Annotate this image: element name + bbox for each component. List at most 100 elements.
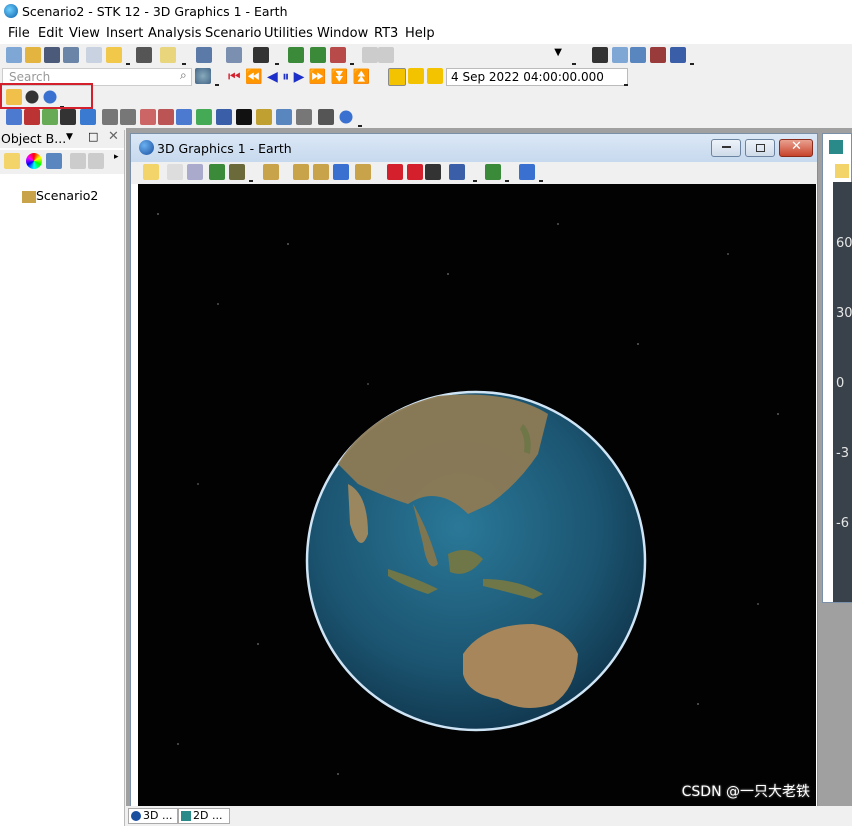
open-folder-icon[interactable] [25,47,41,63]
copy-window-icon[interactable] [196,47,212,63]
menu-window[interactable]: Window [317,26,368,41]
orbit-icon[interactable] [293,164,309,180]
toolbar-grip[interactable] [350,57,354,65]
graphics-2d-window[interactable]: 60 30 0 -3 -6 [822,133,852,603]
current-time-field[interactable]: 4 Sep 2022 04:00:00.000 [446,68,628,86]
chart-icon[interactable] [612,47,628,63]
zoom-icon[interactable] [187,164,203,180]
access-icon[interactable] [288,47,304,63]
globe-layers-icon[interactable] [485,164,501,180]
object-view-icon[interactable] [355,164,371,180]
step-forward-icon[interactable]: ⏩ [309,69,326,85]
pen-icon[interactable] [387,164,403,180]
gear-icon[interactable] [195,68,211,84]
menu-scenario[interactable]: Scenario [205,26,262,41]
console-icon[interactable] [236,109,252,125]
script-icon[interactable] [256,109,272,125]
close-icon[interactable]: ✕ [108,129,119,144]
toolbar-grip[interactable] [505,174,509,182]
refresh-icon[interactable] [330,47,346,63]
satellite-icon[interactable] [6,109,22,125]
toolbar-grip[interactable] [249,174,253,182]
phone-icon[interactable] [276,109,292,125]
vector-icon[interactable] [176,109,192,125]
chain-icon[interactable] [310,47,326,63]
about-icon[interactable] [338,109,354,125]
pin-icon[interactable]: □ [88,130,98,143]
stopwatch-icon[interactable] [120,109,136,125]
timeline-icon[interactable] [318,109,334,125]
place-icon[interactable] [42,109,58,125]
view-home-icon[interactable] [263,164,279,180]
toolbar-grip[interactable] [126,57,130,65]
play-reverse-icon[interactable]: ◀ [267,69,278,85]
cut-icon[interactable] [70,153,86,169]
check-icon[interactable] [46,153,62,169]
map-tool-icon[interactable] [253,47,269,63]
pencil-icon[interactable] [158,109,174,125]
new-scenario-icon[interactable] [6,47,22,63]
calc-icon[interactable] [140,109,156,125]
globe-manager-icon[interactable] [449,164,465,180]
pan-hand-icon[interactable] [167,164,183,180]
toolbar-grip[interactable] [572,57,576,65]
toolbar-grip[interactable] [624,78,628,86]
report-icon[interactable] [160,47,176,63]
sensor-icon[interactable] [60,109,76,125]
normal-animation-clock-icon[interactable] [427,68,443,84]
search-icon[interactable]: ⌕ [180,68,187,83]
reset-icon[interactable]: ⏮ [228,69,241,85]
menu-file[interactable]: File [8,26,30,41]
menu-help[interactable]: Help [405,26,435,41]
chevron-down-icon[interactable]: ▼ [66,132,73,142]
menu-analysis[interactable]: Analysis [148,26,202,41]
print-icon[interactable] [136,47,152,63]
zoom-extent-icon[interactable] [333,164,349,180]
insert-object-icon[interactable] [106,47,122,63]
close-button[interactable]: ✕ [779,139,813,157]
graphics-window-titlebar[interactable]: 3D Graphics 1 - Earth ✕ [131,134,817,162]
north-up-icon[interactable] [313,164,329,180]
save-all-icon[interactable] [63,47,79,63]
save-icon[interactable] [44,47,60,63]
increase-step-icon[interactable]: ⏫ [353,69,370,85]
ruler-icon[interactable] [425,164,441,180]
properties-icon[interactable] [143,164,159,180]
tab-3d[interactable]: 3D ... [128,808,178,824]
new-object-icon[interactable] [4,153,20,169]
measure-icon[interactable] [407,164,423,180]
properties-icon[interactable] [86,47,102,63]
properties-icon[interactable] [835,164,849,178]
toolbar-grip[interactable] [690,57,694,65]
play-forward-icon[interactable]: ▶ [294,69,305,85]
menu-edit[interactable]: Edit [38,26,63,41]
tab-2d[interactable]: 2D ... [178,808,230,824]
minimize-button[interactable] [711,139,741,157]
tools-icon[interactable] [196,109,212,125]
analysis-tool-icon[interactable] [226,47,242,63]
toolbar-grip[interactable] [182,57,186,65]
menu-rt3[interactable]: RT3 [374,26,398,41]
monitor-icon[interactable] [592,47,608,63]
globe-icon[interactable] [630,47,646,63]
object-selector-dropdown[interactable]: ▼ [396,47,566,63]
earth-globe[interactable] [138,184,816,809]
person-icon[interactable] [296,109,312,125]
realtime-clock-icon[interactable] [388,68,406,86]
toolbar-grip[interactable] [215,78,219,86]
snapshot-icon[interactable] [229,164,245,180]
menu-view[interactable]: View [69,26,100,41]
maximize-button[interactable] [745,139,775,157]
menu-insert[interactable]: Insert [106,26,143,41]
timer-icon[interactable] [102,109,118,125]
color-icon[interactable] [26,153,42,169]
download-icon[interactable] [80,109,96,125]
paste-icon[interactable] [88,153,104,169]
3d-viewport[interactable]: CSDN @一只大老铁 [138,184,816,809]
toolbar-grip[interactable] [539,174,543,182]
toolbar-grip[interactable] [358,119,362,127]
menu-utilities[interactable]: Utilities [264,26,313,41]
graph-icon[interactable] [670,47,686,63]
save-globe-icon[interactable] [519,164,535,180]
toolbar-grip[interactable] [275,57,279,65]
